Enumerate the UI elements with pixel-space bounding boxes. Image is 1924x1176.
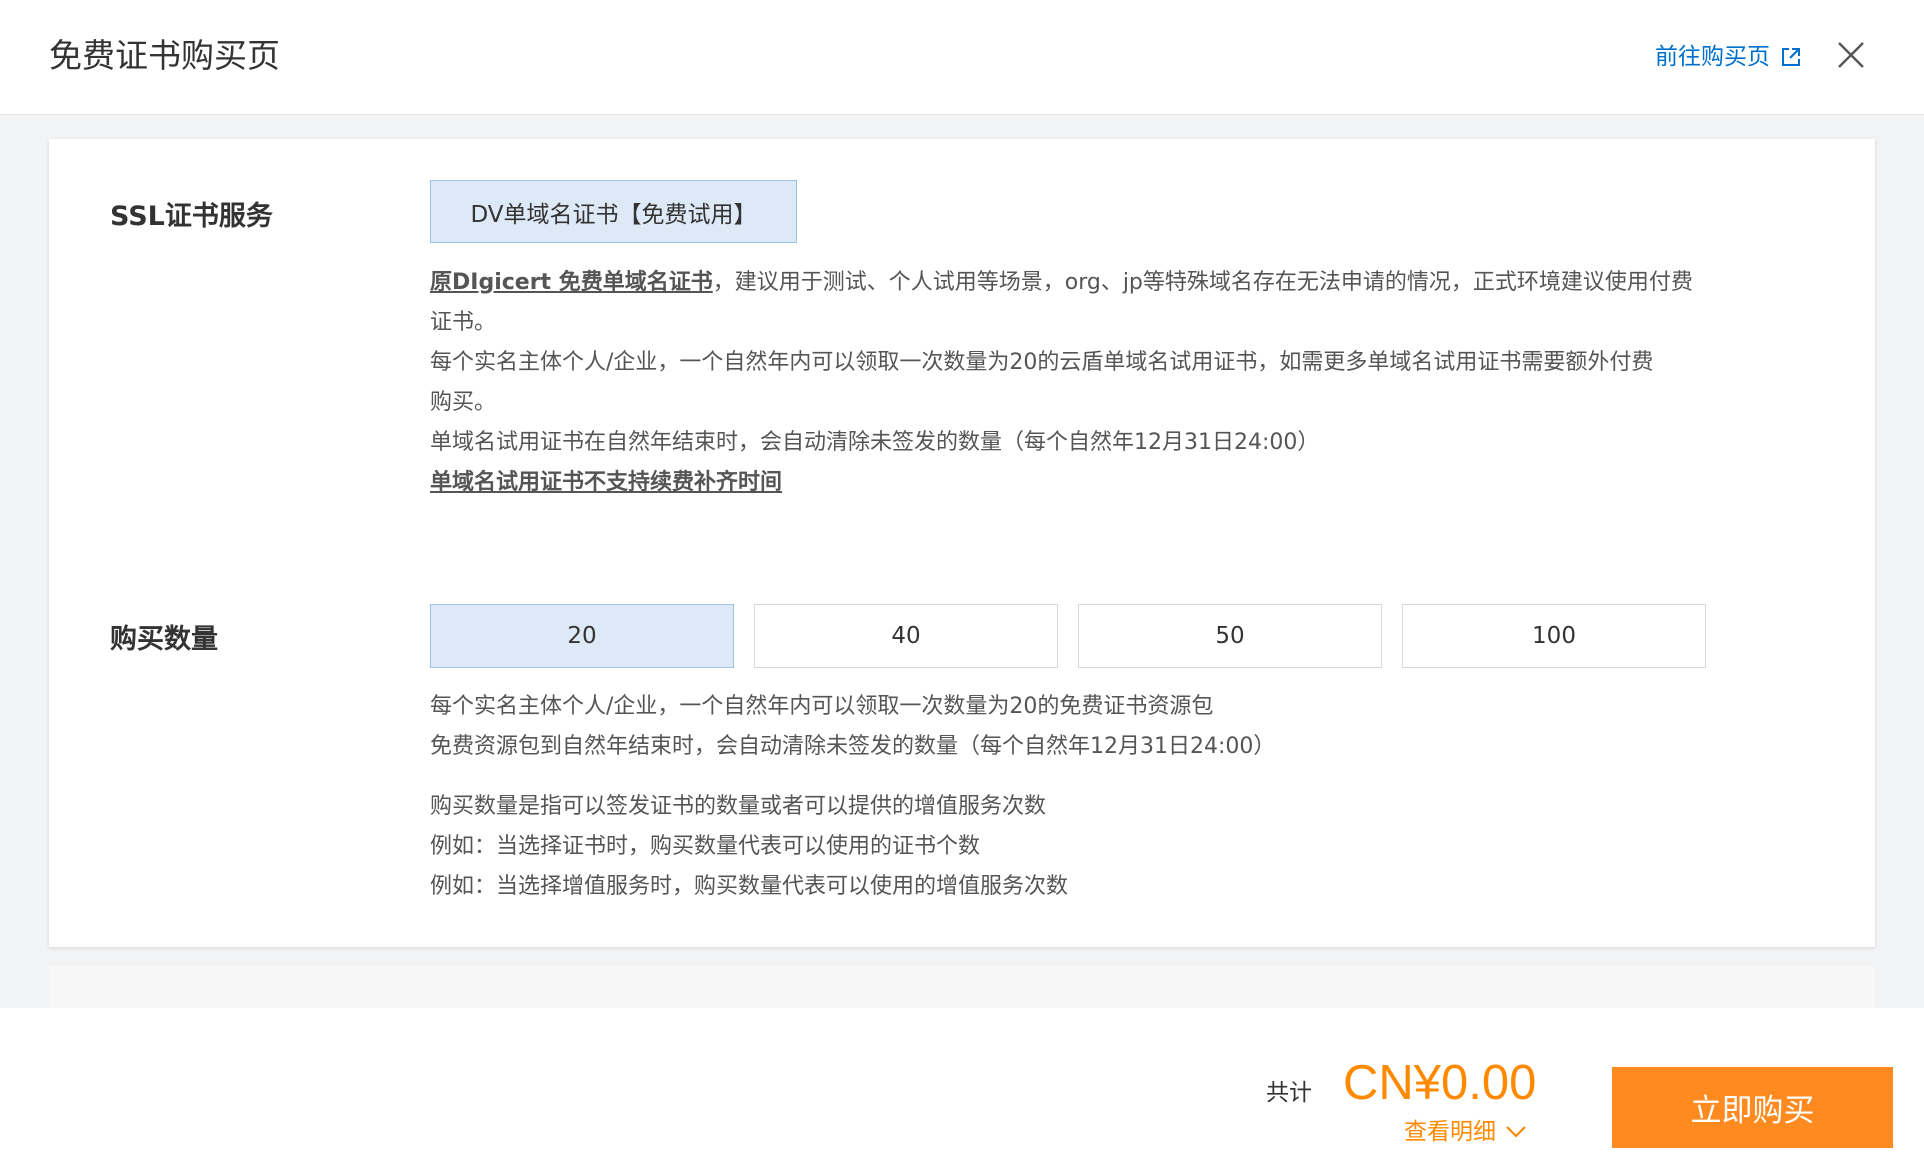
desc-line-2: 证书。 (430, 310, 497, 335)
quantity-note-4: 例如：当选择证书时，购买数量代表可以使用的证书个数 (430, 834, 981, 859)
page-header: 免费证书购买页 前往购买页 (0, 0, 1924, 115)
desc-line-1: 原DIgicert 免费单域名证书，建议用于测试、个人试用等场景，org、jp等… (430, 263, 1870, 303)
digicert-link[interactable]: 原DIgicert 免费单域名证书 (430, 270, 713, 295)
quantity-options: 20 40 50 100 (430, 604, 1706, 668)
view-details-link[interactable]: 查看明细 (1404, 1116, 1528, 1148)
product-option-dv-single[interactable]: DV单域名证书【免费试用】 (430, 180, 797, 243)
page-title: 免费证书购买页 (49, 36, 280, 75)
total-label: 共计 (1266, 1080, 1312, 1106)
quantity-option-20[interactable]: 20 (430, 604, 734, 668)
desc-line-4: 购买。 (430, 390, 497, 415)
close-icon[interactable] (1836, 40, 1866, 70)
chevron-down-icon (1506, 1126, 1526, 1138)
quantity-note-3: 购买数量是指可以签发证书的数量或者可以提供的增值服务次数 (430, 794, 1047, 819)
quantity-option-40[interactable]: 40 (754, 604, 1058, 668)
buy-now-button[interactable]: 立即购买 (1612, 1067, 1893, 1148)
quantity-option-100[interactable]: 100 (1402, 604, 1706, 668)
desc-line-5: 单域名试用证书在自然年结束时，会自动清除未签发的数量（每个自然年12月31日24… (430, 430, 1320, 455)
view-details-label: 查看明细 (1404, 1119, 1496, 1145)
desc-line-3: 每个实名主体个人/企业，一个自然年内可以领取一次数量为20的云盾单域名试用证书，… (430, 350, 1654, 375)
no-renewal-link[interactable]: 单域名试用证书不支持续费补齐时间 (430, 470, 782, 495)
ssl-description: 原DIgicert 免费单域名证书，建议用于测试、个人试用等场景，org、jp等… (430, 263, 1870, 503)
order-footer: 共计 CN¥0.00 查看明细 立即购买 (0, 1008, 1924, 1176)
desc-line-1-text: ，建议用于测试、个人试用等场景，org、jp等特殊域名存在无法申请的情况，正式环… (712, 270, 1693, 295)
total-price: CN¥0.00 (1343, 1056, 1537, 1110)
quantity-note-1: 每个实名主体个人/企业，一个自然年内可以领取一次数量为20的免费证书资源包 (430, 694, 1214, 719)
quantity-notes-1: 每个实名主体个人/企业，一个自然年内可以领取一次数量为20的免费证书资源包 免费… (430, 687, 1870, 767)
goto-purchase-label: 前往购买页 (1655, 44, 1770, 70)
purchase-form-card: SSL证书服务 DV单域名证书【免费试用】 原DIgicert 免费单域名证书，… (49, 139, 1875, 947)
quantity-note-5: 例如：当选择增值服务时，购买数量代表可以使用的增值服务次数 (430, 874, 1069, 899)
external-link-icon (1782, 48, 1800, 66)
goto-purchase-link[interactable]: 前往购买页 (1655, 41, 1802, 73)
quantity-label: 购买数量 (110, 624, 218, 655)
quantity-note-2: 免费资源包到自然年结束时，会自动清除未签发的数量（每个自然年12月31日24:0… (430, 734, 1276, 759)
quantity-option-50[interactable]: 50 (1078, 604, 1382, 668)
ssl-service-label: SSL证书服务 (110, 201, 273, 232)
quantity-notes-2: 购买数量是指可以签发证书的数量或者可以提供的增值服务次数 例如：当选择证书时，购… (430, 787, 1870, 907)
